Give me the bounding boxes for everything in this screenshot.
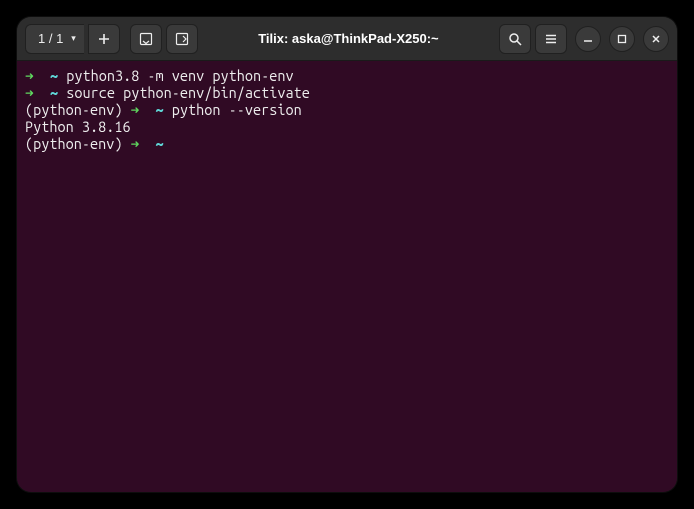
terminal-line: Python 3.8.16 bbox=[25, 118, 669, 135]
minimize-icon bbox=[582, 33, 594, 45]
prompt-arrow-icon: ➜ bbox=[25, 67, 34, 84]
prompt-arrow-icon: ➜ bbox=[25, 84, 34, 101]
split-down-button[interactable] bbox=[130, 24, 162, 54]
prompt-path: ~ bbox=[50, 67, 58, 84]
terminal-line: (python-env) ➜ ~ bbox=[25, 135, 669, 152]
split-right-icon bbox=[174, 31, 190, 47]
command-text: Python 3.8.16 bbox=[25, 118, 131, 135]
prompt-path: ~ bbox=[156, 135, 164, 152]
prompt-path: ~ bbox=[156, 101, 164, 118]
plus-icon bbox=[96, 31, 112, 47]
prompt-arrow-icon: ➜ bbox=[131, 135, 140, 152]
tilix-window: 1 / 1 ▾ Tilix: aska@ThinkPad-X250:~ bbox=[17, 17, 677, 492]
maximize-button[interactable] bbox=[609, 26, 635, 52]
prompt-arrow-icon: ➜ bbox=[131, 101, 140, 118]
counter-text: 1 / 1 bbox=[38, 31, 63, 46]
add-terminal-button[interactable] bbox=[88, 24, 120, 54]
venv-prefix: (python-env) bbox=[25, 135, 131, 152]
terminal-line: ➜ ~ source python-env/bin/activate bbox=[25, 84, 669, 101]
prompt-path: ~ bbox=[50, 84, 58, 101]
window-title: Tilix: aska@ThinkPad-X250:~ bbox=[202, 31, 495, 46]
venv-prefix: (python-env) bbox=[25, 101, 131, 118]
titlebar: 1 / 1 ▾ Tilix: aska@ThinkPad-X250:~ bbox=[17, 17, 677, 61]
close-button[interactable] bbox=[643, 26, 669, 52]
close-icon bbox=[650, 33, 662, 45]
split-right-button[interactable] bbox=[166, 24, 198, 54]
minimize-button[interactable] bbox=[575, 26, 601, 52]
command-text: source python-env/bin/activate bbox=[66, 84, 310, 101]
chevron-down-icon: ▾ bbox=[71, 33, 76, 44]
session-counter[interactable]: 1 / 1 ▾ bbox=[25, 24, 84, 54]
command-text: python3.8 -m venv python-env bbox=[66, 67, 293, 84]
search-button[interactable] bbox=[499, 24, 531, 54]
hamburger-icon bbox=[543, 31, 559, 47]
terminal-line: ➜ ~ python3.8 -m venv python-env bbox=[25, 67, 669, 84]
search-icon bbox=[507, 31, 523, 47]
terminal-area[interactable]: ➜ ~ python3.8 -m venv python-env➜ ~ sour… bbox=[17, 61, 677, 492]
session-group: 1 / 1 ▾ bbox=[25, 24, 120, 54]
terminal-line: (python-env) ➜ ~ python --version bbox=[25, 101, 669, 118]
maximize-icon bbox=[616, 33, 628, 45]
menu-button[interactable] bbox=[535, 24, 567, 54]
command-text: python --version bbox=[172, 101, 302, 118]
split-down-icon bbox=[138, 31, 154, 47]
